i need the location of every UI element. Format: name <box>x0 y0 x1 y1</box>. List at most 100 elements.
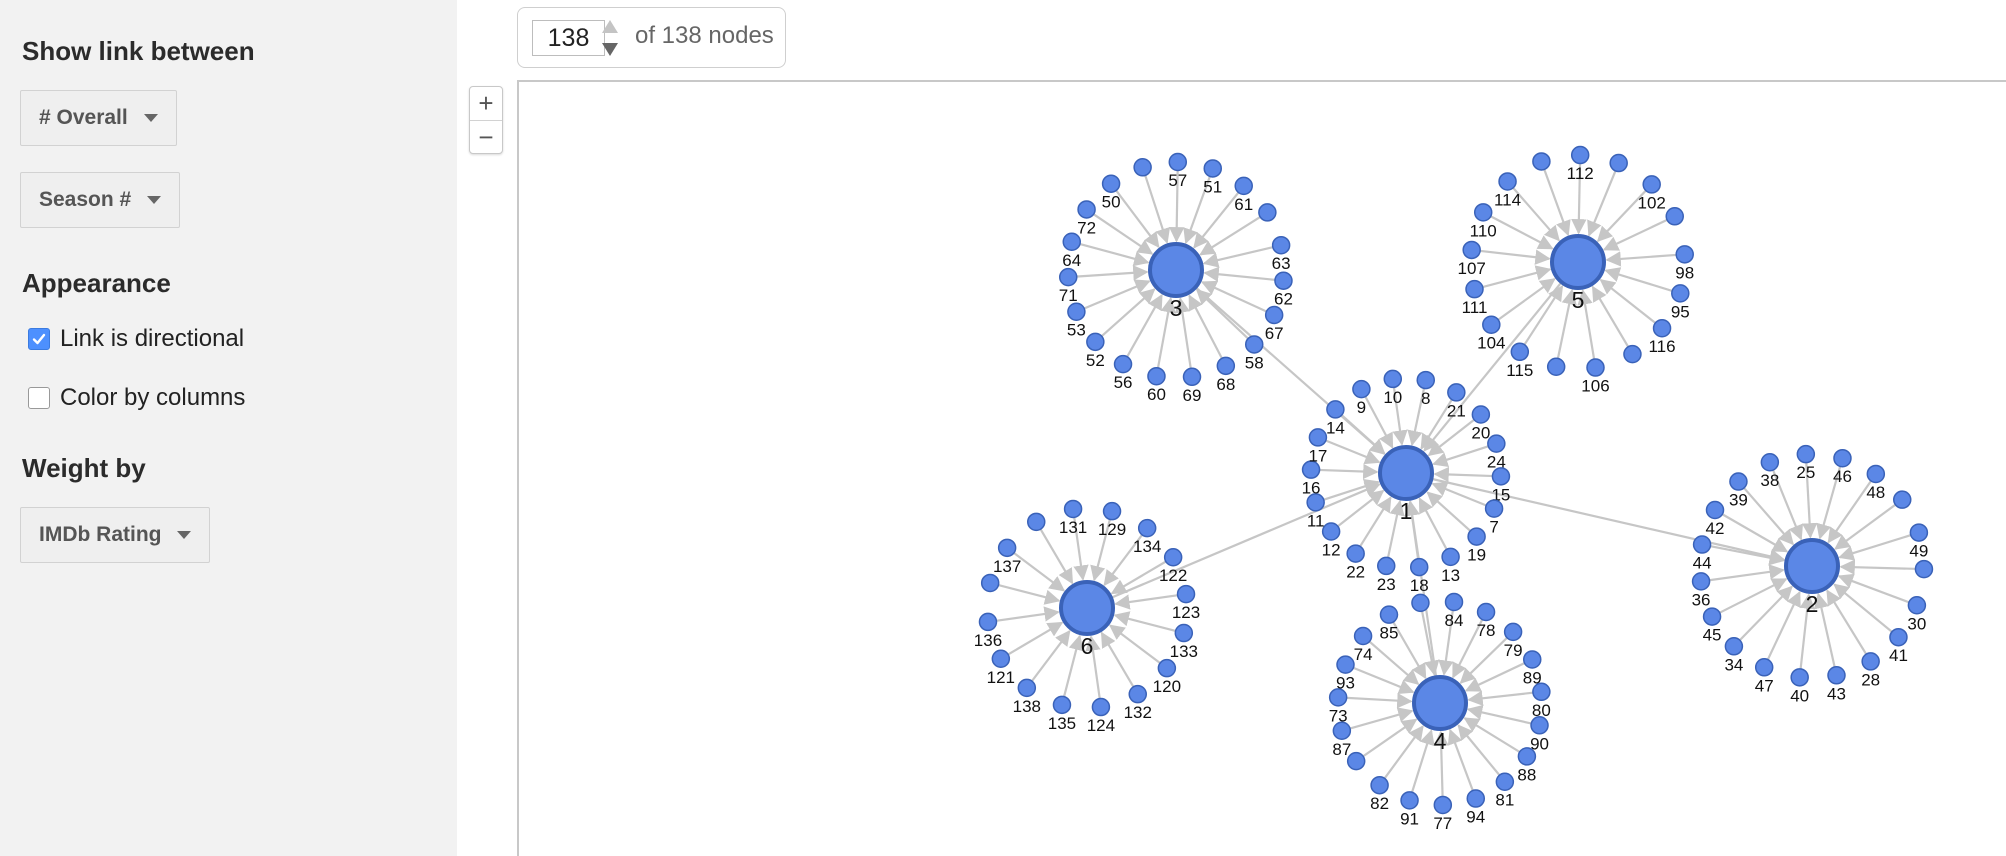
leaf-node[interactable] <box>1482 315 1501 334</box>
leaf-node[interactable] <box>1465 279 1484 299</box>
leaf-node[interactable] <box>1063 499 1083 519</box>
leaf-node[interactable] <box>1729 472 1748 491</box>
leaf-node[interactable] <box>1754 658 1774 677</box>
leaf-node[interactable] <box>1353 626 1373 646</box>
leaf-node[interactable] <box>1258 203 1277 222</box>
leaf-node[interactable] <box>1400 791 1419 810</box>
leaf-node[interactable] <box>1530 716 1549 735</box>
leaf-node[interactable] <box>1532 152 1551 171</box>
hub-node[interactable] <box>1784 538 1840 594</box>
leaf-node[interactable] <box>1491 467 1511 486</box>
leaf-node[interactable] <box>1671 284 1690 303</box>
leaf-node[interactable] <box>1484 499 1504 518</box>
leaf-node[interactable] <box>1376 556 1396 576</box>
leaf-node[interactable] <box>1471 405 1491 424</box>
leaf-node[interactable] <box>1383 369 1403 389</box>
leaf-node[interactable] <box>1517 747 1537 766</box>
leaf-node[interactable] <box>997 538 1017 558</box>
leaf-node[interactable] <box>1336 655 1355 674</box>
leaf-node[interactable] <box>1796 444 1816 464</box>
leaf-node[interactable] <box>1203 159 1223 178</box>
leaf-node[interactable] <box>1444 592 1464 612</box>
leaf-node[interactable] <box>1409 557 1429 577</box>
leaf-node[interactable] <box>1866 464 1886 484</box>
leaf-node[interactable] <box>1473 203 1493 222</box>
leaf-node[interactable] <box>1321 522 1341 541</box>
leaf-node[interactable] <box>1216 356 1236 376</box>
leaf-node[interactable] <box>1128 684 1148 704</box>
leaf-node[interactable] <box>1091 697 1111 717</box>
leaf-node[interactable] <box>1498 172 1517 191</box>
leaf-node[interactable] <box>1522 650 1542 669</box>
leaf-node[interactable] <box>1234 176 1253 196</box>
leaf-node[interactable] <box>1017 678 1037 698</box>
leaf-node[interactable] <box>1702 607 1722 626</box>
leaf-node[interactable] <box>1827 666 1846 685</box>
leaf-node[interactable] <box>1889 627 1908 647</box>
leaf-node[interactable] <box>1182 367 1202 387</box>
leaf-node[interactable] <box>1086 332 1105 352</box>
leaf-node[interactable] <box>1271 235 1291 255</box>
leaf-node[interactable] <box>1724 637 1744 656</box>
leaf-node[interactable] <box>1441 547 1460 567</box>
hub-node[interactable] <box>1059 580 1115 636</box>
leaf-node[interactable] <box>1147 366 1166 386</box>
leaf-node[interactable] <box>1642 175 1661 194</box>
leaf-node[interactable] <box>1503 622 1523 642</box>
leaf-node[interactable] <box>1914 559 1934 579</box>
leaf-node[interactable] <box>978 612 998 632</box>
leaf-node[interactable] <box>1176 584 1196 604</box>
leaf-node[interactable] <box>1861 652 1880 671</box>
hub-node[interactable] <box>1148 242 1204 298</box>
leaf-node[interactable] <box>1532 682 1551 702</box>
hub-node[interactable] <box>1412 675 1468 731</box>
leaf-node[interactable] <box>1495 772 1515 791</box>
leaf-node[interactable] <box>1652 318 1672 338</box>
leaf-node[interactable] <box>1833 448 1852 468</box>
leaf-node[interactable] <box>1326 400 1345 419</box>
leaf-node[interactable] <box>1609 153 1628 173</box>
leaf-node[interactable] <box>1665 207 1684 226</box>
leaf-node[interactable] <box>1416 370 1436 390</box>
leaf-node[interactable] <box>1433 795 1453 815</box>
hub-node[interactable] <box>1378 445 1434 501</box>
leaf-node[interactable] <box>1274 271 1293 290</box>
leaf-node[interactable] <box>1586 358 1605 377</box>
leaf-node[interactable] <box>1346 544 1365 563</box>
leaf-node[interactable] <box>1467 527 1486 546</box>
leaf-node[interactable] <box>1052 695 1072 715</box>
leaf-node[interactable] <box>1462 240 1481 260</box>
leaf-node[interactable] <box>1174 623 1194 643</box>
leaf-node[interactable] <box>1157 658 1177 678</box>
leaf-node[interactable] <box>1705 500 1725 520</box>
leaf-node[interactable] <box>1675 245 1694 264</box>
leaf-node[interactable] <box>1623 344 1642 364</box>
leaf-node[interactable] <box>1476 602 1496 622</box>
leaf-node[interactable] <box>1546 357 1566 377</box>
leaf-node[interactable] <box>1077 200 1096 219</box>
leaf-node[interactable] <box>1101 174 1121 193</box>
leaf-node[interactable] <box>980 573 1000 593</box>
leaf-node[interactable] <box>1370 775 1389 795</box>
leaf-node[interactable] <box>1133 158 1152 177</box>
leaf-node[interactable] <box>1487 434 1506 453</box>
leaf-node[interactable] <box>1026 512 1046 532</box>
leaf-node[interactable] <box>1907 596 1927 615</box>
leaf-node[interactable] <box>1102 501 1122 521</box>
leaf-node[interactable] <box>1892 490 1912 509</box>
leaf-node[interactable] <box>1168 152 1188 172</box>
leaf-node[interactable] <box>1466 789 1486 808</box>
leaf-node[interactable] <box>1790 668 1809 687</box>
leaf-node[interactable] <box>1760 452 1780 472</box>
leaf-node[interactable] <box>1264 305 1284 325</box>
leaf-node[interactable] <box>1352 379 1371 399</box>
leaf-node[interactable] <box>1510 342 1530 362</box>
leaf-node[interactable] <box>1137 518 1157 538</box>
leaf-node[interactable] <box>1447 383 1466 402</box>
leaf-node[interactable] <box>991 649 1011 669</box>
leaf-node[interactable] <box>1692 535 1712 554</box>
leaf-node[interactable] <box>1379 605 1399 624</box>
leaf-node[interactable] <box>1691 572 1711 591</box>
leaf-node[interactable] <box>1411 593 1430 613</box>
leaf-node[interactable] <box>1909 523 1929 542</box>
